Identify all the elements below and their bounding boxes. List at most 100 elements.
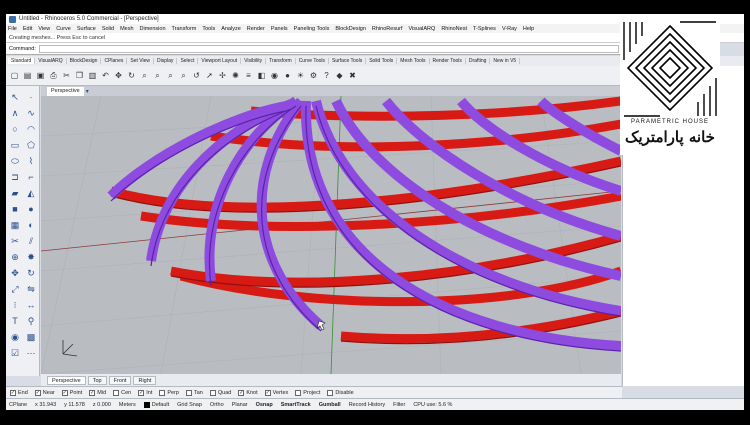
menu-item-9[interactable]: Tools bbox=[202, 26, 215, 32]
menu-item-7[interactable]: Dimension bbox=[140, 26, 166, 32]
zoom-selected-icon[interactable]: ⌕ bbox=[178, 70, 189, 81]
polygon-icon[interactable]: ⬠ bbox=[24, 138, 38, 152]
toolbar-tab-12[interactable]: Solid Tools bbox=[366, 58, 398, 64]
curve-icon[interactable]: ∿ bbox=[24, 106, 38, 120]
grasshopper-icon[interactable]: ◆ bbox=[334, 70, 345, 81]
material-icon[interactable]: ● bbox=[282, 70, 293, 81]
scale-icon[interactable]: ⤢ bbox=[8, 282, 22, 296]
text-icon[interactable]: T bbox=[8, 314, 22, 328]
menu-item-11[interactable]: Render bbox=[247, 26, 265, 32]
osnap-toggle[interactable]: Osnap bbox=[256, 402, 273, 408]
osnap-checkbox[interactable] bbox=[159, 389, 166, 396]
menu-item-14[interactable]: BlockDesign bbox=[335, 26, 366, 32]
grid-snap-toggle[interactable]: Grid Snap bbox=[177, 402, 202, 408]
menu-item-5[interactable]: Solid bbox=[102, 26, 114, 32]
sun-icon[interactable]: ☀ bbox=[295, 70, 306, 81]
menu-item-19[interactable]: V-Ray bbox=[502, 26, 517, 32]
layers-icon[interactable]: ≡ bbox=[243, 70, 254, 81]
record-history-toggle[interactable]: Record History bbox=[349, 402, 385, 408]
osnap-checkbox[interactable] bbox=[209, 389, 216, 396]
toolbar-tab-9[interactable]: Transform bbox=[266, 58, 296, 64]
render-icon[interactable]: ◉ bbox=[269, 70, 280, 81]
rotate-tool-icon[interactable]: ↻ bbox=[24, 266, 38, 280]
circle-icon[interactable]: ○ bbox=[8, 122, 22, 136]
view-tab-3[interactable]: Right bbox=[133, 375, 157, 385]
osnap-checkbox[interactable] bbox=[327, 389, 334, 396]
osnap-int[interactable]: ✓ Int bbox=[138, 389, 152, 396]
menu-item-4[interactable]: Surface bbox=[77, 26, 96, 32]
box-icon[interactable]: ■ bbox=[8, 202, 22, 216]
menu-item-16[interactable]: VisualARQ bbox=[409, 26, 436, 32]
menu-item-17[interactable]: RhinoNest bbox=[441, 26, 467, 32]
toolbar-tab-8[interactable]: Visibility bbox=[241, 58, 267, 64]
menu-item-3[interactable]: Curve bbox=[56, 26, 71, 32]
pan-icon[interactable]: ✥ bbox=[113, 70, 124, 81]
planar-toggle[interactable]: Planar bbox=[232, 402, 248, 408]
command-input[interactable] bbox=[38, 44, 619, 53]
mesh-tool-icon[interactable]: ▩ bbox=[24, 330, 38, 344]
zoom-icon[interactable]: ⌕ bbox=[139, 70, 150, 81]
rectangle-icon[interactable]: ▭ bbox=[8, 138, 22, 152]
osnap-project[interactable]: Project bbox=[295, 389, 320, 396]
trim-icon[interactable]: ✂ bbox=[8, 234, 22, 248]
osnap-point[interactable]: ✓ Point bbox=[61, 389, 82, 396]
osnap-checkbox[interactable] bbox=[113, 389, 120, 396]
view-tab-2[interactable]: Front bbox=[108, 375, 132, 385]
move-tool-icon[interactable]: ✥ bbox=[8, 266, 22, 280]
osnap-checkbox[interactable]: ✓ bbox=[61, 389, 68, 396]
toolbar-tab-5[interactable]: Display bbox=[154, 58, 178, 64]
osnap-mid[interactable]: ✓ Mid bbox=[89, 389, 106, 396]
menu-item-2[interactable]: View bbox=[38, 26, 50, 32]
osnap-checkbox[interactable]: ✓ bbox=[89, 389, 96, 396]
join-icon[interactable]: ⊕ bbox=[8, 250, 22, 264]
menu-item-8[interactable]: Transform bbox=[172, 26, 197, 32]
toolbar-tab-2[interactable]: BlockDesign bbox=[67, 58, 102, 64]
properties-icon[interactable]: ◧ bbox=[256, 70, 267, 81]
toolbar-tab-0[interactable]: Standard bbox=[8, 58, 36, 64]
lights-icon[interactable]: ✺ bbox=[230, 70, 241, 81]
menu-item-13[interactable]: Paneling Tools bbox=[294, 26, 330, 32]
smarttrack-toggle[interactable]: SmartTrack bbox=[281, 402, 311, 408]
chevron-down-icon[interactable]: ▾ bbox=[86, 88, 89, 95]
osnap-near[interactable]: ✓ Near bbox=[34, 389, 55, 396]
ortho-toggle[interactable]: Ortho bbox=[210, 402, 224, 408]
toolbar-tab-7[interactable]: Viewport Layout bbox=[198, 58, 242, 64]
mesh-icon[interactable]: ▦ bbox=[8, 218, 22, 232]
move-icon[interactable]: ✢ bbox=[217, 70, 228, 81]
gumball-toggle[interactable]: Gumball bbox=[319, 402, 341, 408]
offset-icon[interactable]: ⊐ bbox=[8, 170, 22, 184]
select-arrow-icon[interactable]: ↖ bbox=[8, 90, 22, 104]
menu-item-12[interactable]: Panels bbox=[271, 26, 288, 32]
zoom-extents-icon[interactable]: ⌕ bbox=[165, 70, 176, 81]
osnap-checkbox[interactable]: ✓ bbox=[264, 389, 271, 396]
menu-item-15[interactable]: RhinoResurf bbox=[372, 26, 403, 32]
filter-toggle[interactable]: Filter bbox=[393, 402, 405, 408]
undo-icon[interactable]: ↶ bbox=[100, 70, 111, 81]
paste-icon[interactable]: ▥ bbox=[87, 70, 98, 81]
surface-icon[interactable]: ▰ bbox=[8, 186, 22, 200]
viewport-label[interactable]: Perspective bbox=[47, 86, 84, 96]
toolbar-tab-6[interactable]: Select bbox=[177, 58, 199, 64]
menu-item-20[interactable]: Help bbox=[523, 26, 534, 32]
split-icon[interactable]: ⫽ bbox=[24, 234, 38, 248]
osnap-cen[interactable]: Cen bbox=[113, 389, 131, 396]
toolbar-tab-10[interactable]: Curve Tools bbox=[296, 58, 329, 64]
freeform-icon[interactable]: ⌇ bbox=[24, 154, 38, 168]
menu-item-6[interactable]: Mesh bbox=[120, 26, 133, 32]
cut-icon[interactable]: ✂ bbox=[61, 70, 72, 81]
undo-view-icon[interactable]: ↺ bbox=[191, 70, 202, 81]
plugin-icon[interactable]: ✖ bbox=[347, 70, 358, 81]
osnap-end[interactable]: ✓ End bbox=[10, 389, 28, 396]
save-icon[interactable]: ▣ bbox=[35, 70, 46, 81]
polyline-icon[interactable]: ∧ bbox=[8, 106, 22, 120]
osnap-vertex[interactable]: ✓ Vertex bbox=[264, 389, 288, 396]
new-file-icon[interactable]: ▢ bbox=[9, 70, 20, 81]
ellipse-icon[interactable]: ⬭ bbox=[8, 154, 22, 168]
point-icon[interactable]: · bbox=[24, 90, 38, 104]
osnap-checkbox[interactable] bbox=[185, 389, 192, 396]
osnap-checkbox[interactable]: ✓ bbox=[238, 389, 245, 396]
toolbar-tab-15[interactable]: Drafting bbox=[466, 58, 491, 64]
copy-icon[interactable]: ❐ bbox=[74, 70, 85, 81]
print-icon[interactable]: ⎙ bbox=[48, 70, 59, 81]
zoom-window-icon[interactable]: ⌕ bbox=[152, 70, 163, 81]
